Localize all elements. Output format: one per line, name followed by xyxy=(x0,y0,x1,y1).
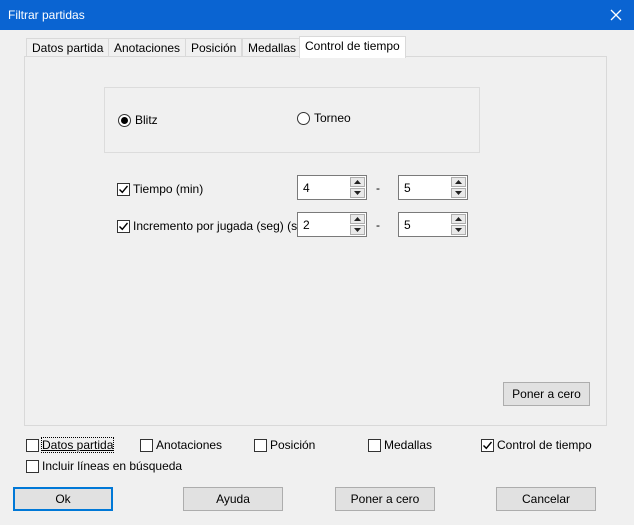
button-label: Poner a cero xyxy=(350,492,420,506)
spinner-value[interactable]: 2 xyxy=(303,218,310,232)
checkbox-box xyxy=(140,438,153,452)
tiempo-checkbox[interactable]: Tiempo (min) xyxy=(117,182,203,196)
spin-up-icon[interactable] xyxy=(350,214,365,224)
spin-down-icon[interactable] xyxy=(451,188,466,198)
checkbox-box xyxy=(368,438,381,452)
checkbox-box xyxy=(254,438,267,452)
checkmark-icon xyxy=(119,185,129,193)
radio-dot xyxy=(121,116,128,124)
spin-up-icon[interactable] xyxy=(451,177,466,187)
checkbox-box xyxy=(117,219,130,233)
range-separator: - xyxy=(376,218,380,232)
checkbox-box xyxy=(481,438,494,452)
time-type-group: Blitz Torneo xyxy=(104,87,480,153)
checkbox-label: Posición xyxy=(270,438,316,452)
incremento-from-spinner[interactable]: 2 xyxy=(297,212,367,237)
spin-down-icon[interactable] xyxy=(350,188,365,198)
button-label: Ok xyxy=(55,492,71,506)
tab-posicion[interactable]: Posición xyxy=(185,38,243,57)
checkbox-label: Datos partida xyxy=(40,437,115,453)
tiempo-to-spinner[interactable]: 5 xyxy=(398,175,468,200)
checkbox-label: Anotaciones xyxy=(156,438,223,452)
spinner-arrows xyxy=(350,214,365,235)
spinner-value[interactable]: 5 xyxy=(404,218,411,232)
tab-datos-partida[interactable]: Datos partida xyxy=(26,38,110,57)
incremento-to-spinner[interactable]: 5 xyxy=(398,212,468,237)
cancel-button[interactable]: Cancelar xyxy=(496,487,596,511)
spinner-arrows xyxy=(350,177,365,198)
spin-up-icon[interactable] xyxy=(451,214,466,224)
filter-posicion-checkbox[interactable]: Posición xyxy=(254,438,315,452)
radio-circle xyxy=(297,111,310,125)
radio-label: Torneo xyxy=(314,111,351,125)
spin-down-icon[interactable] xyxy=(350,225,365,235)
spinner-value[interactable]: 4 xyxy=(303,181,310,195)
spinner-value[interactable]: 5 xyxy=(404,181,411,195)
checkmark-icon xyxy=(119,222,129,230)
button-label: Poner a cero xyxy=(512,387,581,401)
checkbox-box xyxy=(26,459,39,473)
filter-medallas-checkbox[interactable]: Medallas xyxy=(368,438,432,452)
filter-anotaciones-checkbox[interactable]: Anotaciones xyxy=(140,438,222,452)
close-icon[interactable] xyxy=(604,4,628,26)
spinner-arrows xyxy=(451,177,466,198)
checkbox-box xyxy=(26,438,39,452)
tab-label: Anotaciones xyxy=(114,41,181,55)
tiempo-from-spinner[interactable]: 4 xyxy=(297,175,367,200)
radio-label: Blitz xyxy=(135,113,158,127)
checkbox-label: Incluir líneas en búsqueda xyxy=(42,459,183,473)
radio-blitz[interactable]: Blitz xyxy=(118,113,158,127)
tab-control-de-tiempo[interactable]: Control de tiempo xyxy=(299,36,406,58)
panel-reset-button[interactable]: Poner a cero xyxy=(503,382,590,406)
tab-label: Medallas xyxy=(248,41,297,55)
help-button[interactable]: Ayuda xyxy=(183,487,283,511)
tab-anotaciones[interactable]: Anotaciones xyxy=(108,38,187,57)
filter-control-de-tiempo-checkbox[interactable]: Control de tiempo xyxy=(481,438,592,452)
checkbox-label: Control de tiempo xyxy=(497,438,592,452)
button-label: Ayuda xyxy=(216,492,250,506)
include-lines-checkbox[interactable]: Incluir líneas en búsqueda xyxy=(26,459,182,473)
range-separator: - xyxy=(376,181,380,195)
ok-button[interactable]: Ok xyxy=(13,487,113,511)
tab-panel-control-de-tiempo: Blitz Torneo Tiempo (min) 4 - 5 Incremen xyxy=(24,56,607,426)
checkbox-label: Incremento por jugada (seg) (s xyxy=(133,219,298,233)
radio-circle xyxy=(118,113,131,127)
checkbox-label: Tiempo (min) xyxy=(133,182,204,196)
spinner-arrows xyxy=(451,214,466,235)
reset-button[interactable]: Poner a cero xyxy=(335,487,435,511)
filter-datos-partida-checkbox[interactable]: Datos partida xyxy=(26,437,115,453)
checkmark-icon xyxy=(483,441,493,449)
radio-torneo[interactable]: Torneo xyxy=(297,111,351,125)
tab-label: Datos partida xyxy=(32,41,104,55)
window-title: Filtrar partidas xyxy=(8,8,85,22)
spin-down-icon[interactable] xyxy=(451,225,466,235)
incremento-checkbox[interactable]: Incremento por jugada (seg) (s xyxy=(117,219,297,233)
checkbox-box xyxy=(117,182,130,196)
checkbox-label: Medallas xyxy=(384,438,433,452)
title-bar: Filtrar partidas xyxy=(0,0,634,30)
tab-label: Control de tiempo xyxy=(305,39,400,53)
button-label: Cancelar xyxy=(521,492,571,506)
tab-medallas[interactable]: Medallas xyxy=(242,38,303,57)
tab-label: Posición xyxy=(191,41,237,55)
spin-up-icon[interactable] xyxy=(350,177,365,187)
